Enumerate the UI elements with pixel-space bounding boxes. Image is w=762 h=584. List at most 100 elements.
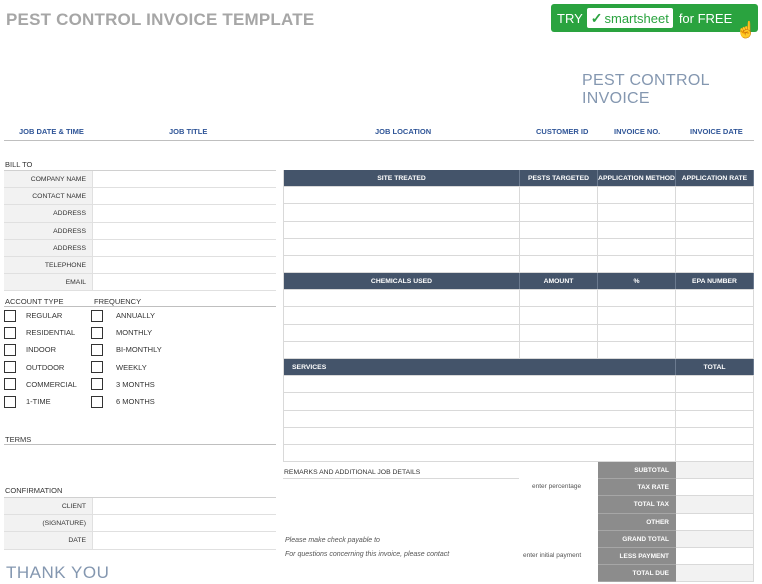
frequency-option[interactable]: 3 MONTHS	[91, 376, 211, 393]
totals-label: TOTAL DUE	[598, 565, 676, 583]
address-field[interactable]	[92, 205, 276, 222]
account-type-option[interactable]: COMMERCIAL	[4, 376, 92, 393]
table-cell[interactable]	[283, 238, 520, 255]
table-cell[interactable]	[598, 238, 676, 255]
bill-row-contact-name: CONTACT NAME	[4, 188, 276, 206]
bill-row-address-3: ADDRESS	[4, 239, 276, 257]
table-cell[interactable]	[283, 341, 520, 358]
table-cell[interactable]	[520, 221, 598, 238]
table-cell[interactable]	[676, 410, 754, 427]
table-cell[interactable]	[676, 255, 754, 273]
frequency-option[interactable]: ANNUALLY	[91, 307, 211, 324]
table-cell[interactable]	[283, 221, 520, 238]
frequency-option[interactable]: MONTHLY	[91, 324, 211, 341]
table-cell[interactable]	[676, 221, 754, 238]
checkbox[interactable]	[4, 309, 16, 322]
checkbox[interactable]	[4, 378, 16, 391]
account-type-option[interactable]: REGULAR	[4, 307, 92, 324]
table-cell[interactable]	[598, 204, 676, 221]
table-cell[interactable]	[676, 341, 754, 358]
table-cell[interactable]	[283, 376, 676, 393]
total-tax-value	[676, 496, 754, 514]
checkbox[interactable]	[91, 361, 103, 374]
email-field[interactable]	[92, 274, 276, 291]
table-header-row: SITE TREATED PESTS TARGETED APPLICATION …	[283, 170, 754, 188]
table-cell[interactable]	[598, 187, 676, 204]
table-cell[interactable]	[520, 290, 598, 307]
questions-note: For questions concerning this invoice, p…	[285, 551, 450, 558]
client-signature-field[interactable]	[92, 498, 276, 515]
frequency-option[interactable]: 6 MONTHS	[91, 393, 211, 410]
bill-row-address-2: ADDRESS	[4, 222, 276, 240]
signature-field[interactable]	[92, 515, 276, 532]
table-cell[interactable]	[283, 204, 520, 221]
checkbox[interactable]	[4, 395, 16, 408]
checkbox[interactable]	[4, 361, 16, 374]
frequency-option[interactable]: WEEKLY	[91, 359, 211, 376]
checkbox[interactable]	[91, 326, 103, 339]
table-cell[interactable]	[520, 341, 598, 358]
other-field[interactable]	[676, 513, 754, 531]
table-cell[interactable]	[283, 393, 676, 410]
totals-row-tax-rate: TAX RATE	[598, 479, 754, 497]
checkbox[interactable]	[91, 343, 103, 356]
smartsheet-logo: ✓ smartsheet	[586, 8, 673, 28]
table-cell[interactable]	[598, 341, 676, 358]
table-cell[interactable]	[598, 307, 676, 324]
table-row	[283, 187, 754, 205]
table-cell[interactable]	[520, 238, 598, 255]
table-cell[interactable]	[676, 238, 754, 255]
account-type-list: REGULAR RESIDENTIAL INDOOR OUTDOOR COMME…	[4, 307, 92, 410]
try-smartsheet-button[interactable]: TRY ✓ smartsheet for FREE ☝	[551, 4, 758, 39]
tax-rate-field[interactable]	[676, 479, 754, 497]
table-cell[interactable]	[598, 290, 676, 307]
table-cell[interactable]	[676, 376, 754, 393]
table-cell[interactable]	[598, 324, 676, 341]
account-type-option[interactable]: 1-TIME	[4, 393, 92, 410]
table-cell[interactable]	[520, 324, 598, 341]
table-cell[interactable]	[676, 204, 754, 221]
date-field[interactable]	[92, 532, 276, 549]
table-cell[interactable]	[283, 444, 676, 462]
table-cell[interactable]	[676, 290, 754, 307]
table-cell[interactable]	[676, 444, 754, 462]
table-cell[interactable]	[283, 307, 520, 324]
less-payment-field[interactable]	[676, 547, 754, 566]
table-cell[interactable]	[283, 290, 520, 307]
table-cell[interactable]	[520, 255, 598, 273]
frequency-list: ANNUALLY MONTHLY BI-MONTHLY WEEKLY 3 MON…	[91, 307, 211, 410]
frequency-option[interactable]: BI-MONTHLY	[91, 341, 211, 358]
enter-initial-payment-hint: enter initial payment	[523, 552, 582, 559]
table-cell[interactable]	[598, 221, 676, 238]
table-cell[interactable]	[283, 427, 676, 444]
telephone-field[interactable]	[92, 256, 276, 274]
company-name-field[interactable]	[92, 171, 276, 188]
account-type-option[interactable]: OUTDOOR	[4, 359, 92, 376]
table-cell[interactable]	[520, 187, 598, 204]
table-cell[interactable]	[283, 187, 520, 204]
table-cell[interactable]	[676, 427, 754, 444]
address-field[interactable]	[92, 239, 276, 256]
checkbox[interactable]	[91, 378, 103, 391]
contact-name-field[interactable]	[92, 188, 276, 205]
checkbox[interactable]	[4, 326, 16, 339]
address-field[interactable]	[92, 222, 276, 239]
account-type-option[interactable]: INDOOR	[4, 341, 92, 358]
checkbox[interactable]	[91, 395, 103, 408]
table-cell[interactable]	[283, 324, 520, 341]
table-cell[interactable]	[676, 393, 754, 410]
table-cell[interactable]	[283, 410, 676, 427]
confirmation-label: CONFIRMATION	[5, 486, 63, 495]
table-row	[283, 290, 754, 308]
table-cell[interactable]	[676, 307, 754, 324]
table-cell[interactable]	[520, 204, 598, 221]
table-cell[interactable]	[676, 187, 754, 204]
checkbox[interactable]	[4, 343, 16, 356]
table-cell[interactable]	[598, 255, 676, 273]
account-type-option[interactable]: RESIDENTIAL	[4, 324, 92, 341]
table-cell[interactable]	[283, 255, 520, 273]
table-cell[interactable]	[520, 307, 598, 324]
table-cell[interactable]	[676, 324, 754, 341]
table-row	[283, 204, 754, 222]
checkbox[interactable]	[91, 309, 103, 322]
